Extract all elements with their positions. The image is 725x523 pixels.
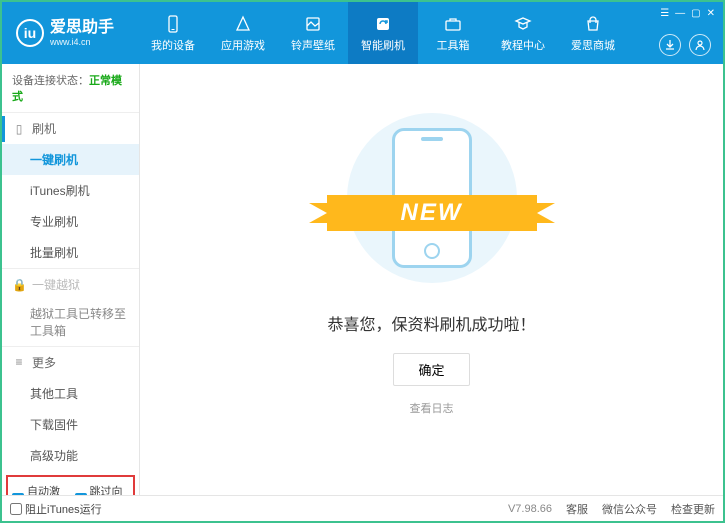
active-indicator [2,116,5,142]
success-illustration: NEW [337,113,527,283]
nav-label: 应用游戏 [221,37,265,53]
body: 设备连接状态：正常模式 ▯ 刷机 一键刷机 iTunes刷机 专业刷机 批量刷机… [2,64,723,495]
nav-label: 工具箱 [437,37,470,53]
sidebar-bottom: 自动激活 跳过向导 ▯ iPhone 12 mini 64GB Down-12m… [2,471,139,495]
checkbox-skip-guide[interactable]: 跳过向导 [75,483,130,495]
sidebar-section-flash: ▯ 刷机 一键刷机 iTunes刷机 专业刷机 批量刷机 [2,112,139,268]
download-button[interactable] [659,34,681,56]
sidebar-item-oneclick-flash[interactable]: 一键刷机 [2,144,139,175]
window-controls: ☰ — ▢ ✕ [660,8,715,19]
checkbox-label: 自动激活 [27,483,67,495]
sidebar-section-jailbreak: 🔒 一键越狱 越狱工具已转移至工具箱 [2,268,139,346]
device-icon [163,14,183,34]
nav-ringtones[interactable]: 铃声壁纸 [278,2,348,64]
nav-store[interactable]: 爱思商城 [558,2,628,64]
jailbreak-note: 越狱工具已转移至工具箱 [2,300,139,346]
phone-icon: ▯ [12,122,26,136]
menu-icon[interactable]: ☰ [660,8,669,19]
nav-label: 教程中心 [501,37,545,53]
logo-block: iu 爱思助手 www.i4.cn [2,2,128,64]
minimize-icon[interactable]: — [675,8,685,19]
apps-icon [233,14,253,34]
nav-toolbox[interactable]: 工具箱 [418,2,488,64]
new-ribbon: NEW [327,195,537,231]
nav-label: 铃声壁纸 [291,37,335,53]
ok-button[interactable]: 确定 [393,353,469,386]
version-label: V7.98.66 [508,503,552,515]
close-icon[interactable]: ✕ [707,8,715,19]
sidebar-head-jailbreak[interactable]: 🔒 一键越狱 [2,269,139,300]
statusbar: 阻止iTunes运行 V7.98.66 客服 微信公众号 检查更新 [2,495,723,521]
lock-icon: 🔒 [12,278,26,292]
sidebar-head-more[interactable]: ≡ 更多 [2,347,139,378]
success-message: 恭喜您，保资料刷机成功啦！ [327,311,535,335]
sidebar-item-itunes-flash[interactable]: iTunes刷机 [2,175,139,206]
main-panel: NEW 恭喜您，保资料刷机成功啦！ 确定 查看日志 [140,64,723,495]
support-link[interactable]: 客服 [566,501,588,517]
top-nav: 我的设备 应用游戏 铃声壁纸 智能刷机 工具箱 教程中心 [138,2,628,64]
more-icon: ≡ [12,355,26,369]
nav-tutorials[interactable]: 教程中心 [488,2,558,64]
wallpaper-icon [303,14,323,34]
nav-flash[interactable]: 智能刷机 [348,2,418,64]
sidebar-item-download-firmware[interactable]: 下载固件 [2,409,139,440]
nav-label: 爱思商城 [571,37,615,53]
checkbox-label: 阻止iTunes运行 [25,501,102,517]
section-title: 一键越狱 [32,276,80,293]
flash-icon [373,14,393,34]
maximize-icon[interactable]: ▢ [691,8,700,19]
check-update-link[interactable]: 检查更新 [671,501,715,517]
checkbox-input[interactable] [10,503,22,515]
app-site: www.i4.cn [50,37,114,47]
checkbox-block-itunes[interactable]: 阻止iTunes运行 [10,501,102,517]
nav-label: 我的设备 [151,37,195,53]
option-checkboxes: 自动激活 跳过向导 [6,475,135,495]
nav-my-device[interactable]: 我的设备 [138,2,208,64]
connection-status: 设备连接状态：正常模式 [2,64,139,112]
nav-apps[interactable]: 应用游戏 [208,2,278,64]
checkbox-label: 跳过向导 [90,483,130,495]
app-name: 爱思助手 [50,19,114,37]
sidebar-item-other-tools[interactable]: 其他工具 [2,378,139,409]
wechat-link[interactable]: 微信公众号 [602,501,657,517]
toolbox-icon [443,14,463,34]
app-window: iu 爱思助手 www.i4.cn 我的设备 应用游戏 铃声壁纸 智能刷机 [0,0,725,523]
nav-label: 智能刷机 [361,37,405,53]
sidebar-section-more: ≡ 更多 其他工具 下载固件 高级功能 [2,346,139,471]
logo-icon: iu [16,19,44,47]
conn-label: 设备连接状态： [12,75,89,87]
user-button[interactable] [689,34,711,56]
section-title: 更多 [32,354,56,371]
store-icon [583,14,603,34]
tutorial-icon [513,14,533,34]
header-actions [659,34,711,56]
sidebar-item-batch-flash[interactable]: 批量刷机 [2,237,139,268]
checkbox-auto-activate[interactable]: 自动激活 [12,483,67,495]
view-log-link[interactable]: 查看日志 [410,400,454,416]
section-title: 刷机 [32,120,56,137]
sidebar-item-pro-flash[interactable]: 专业刷机 [2,206,139,237]
sidebar-item-advanced[interactable]: 高级功能 [2,440,139,471]
titlebar: iu 爱思助手 www.i4.cn 我的设备 应用游戏 铃声壁纸 智能刷机 [2,2,723,64]
sidebar-head-flash[interactable]: ▯ 刷机 [2,113,139,144]
sidebar: 设备连接状态：正常模式 ▯ 刷机 一键刷机 iTunes刷机 专业刷机 批量刷机… [2,64,140,495]
